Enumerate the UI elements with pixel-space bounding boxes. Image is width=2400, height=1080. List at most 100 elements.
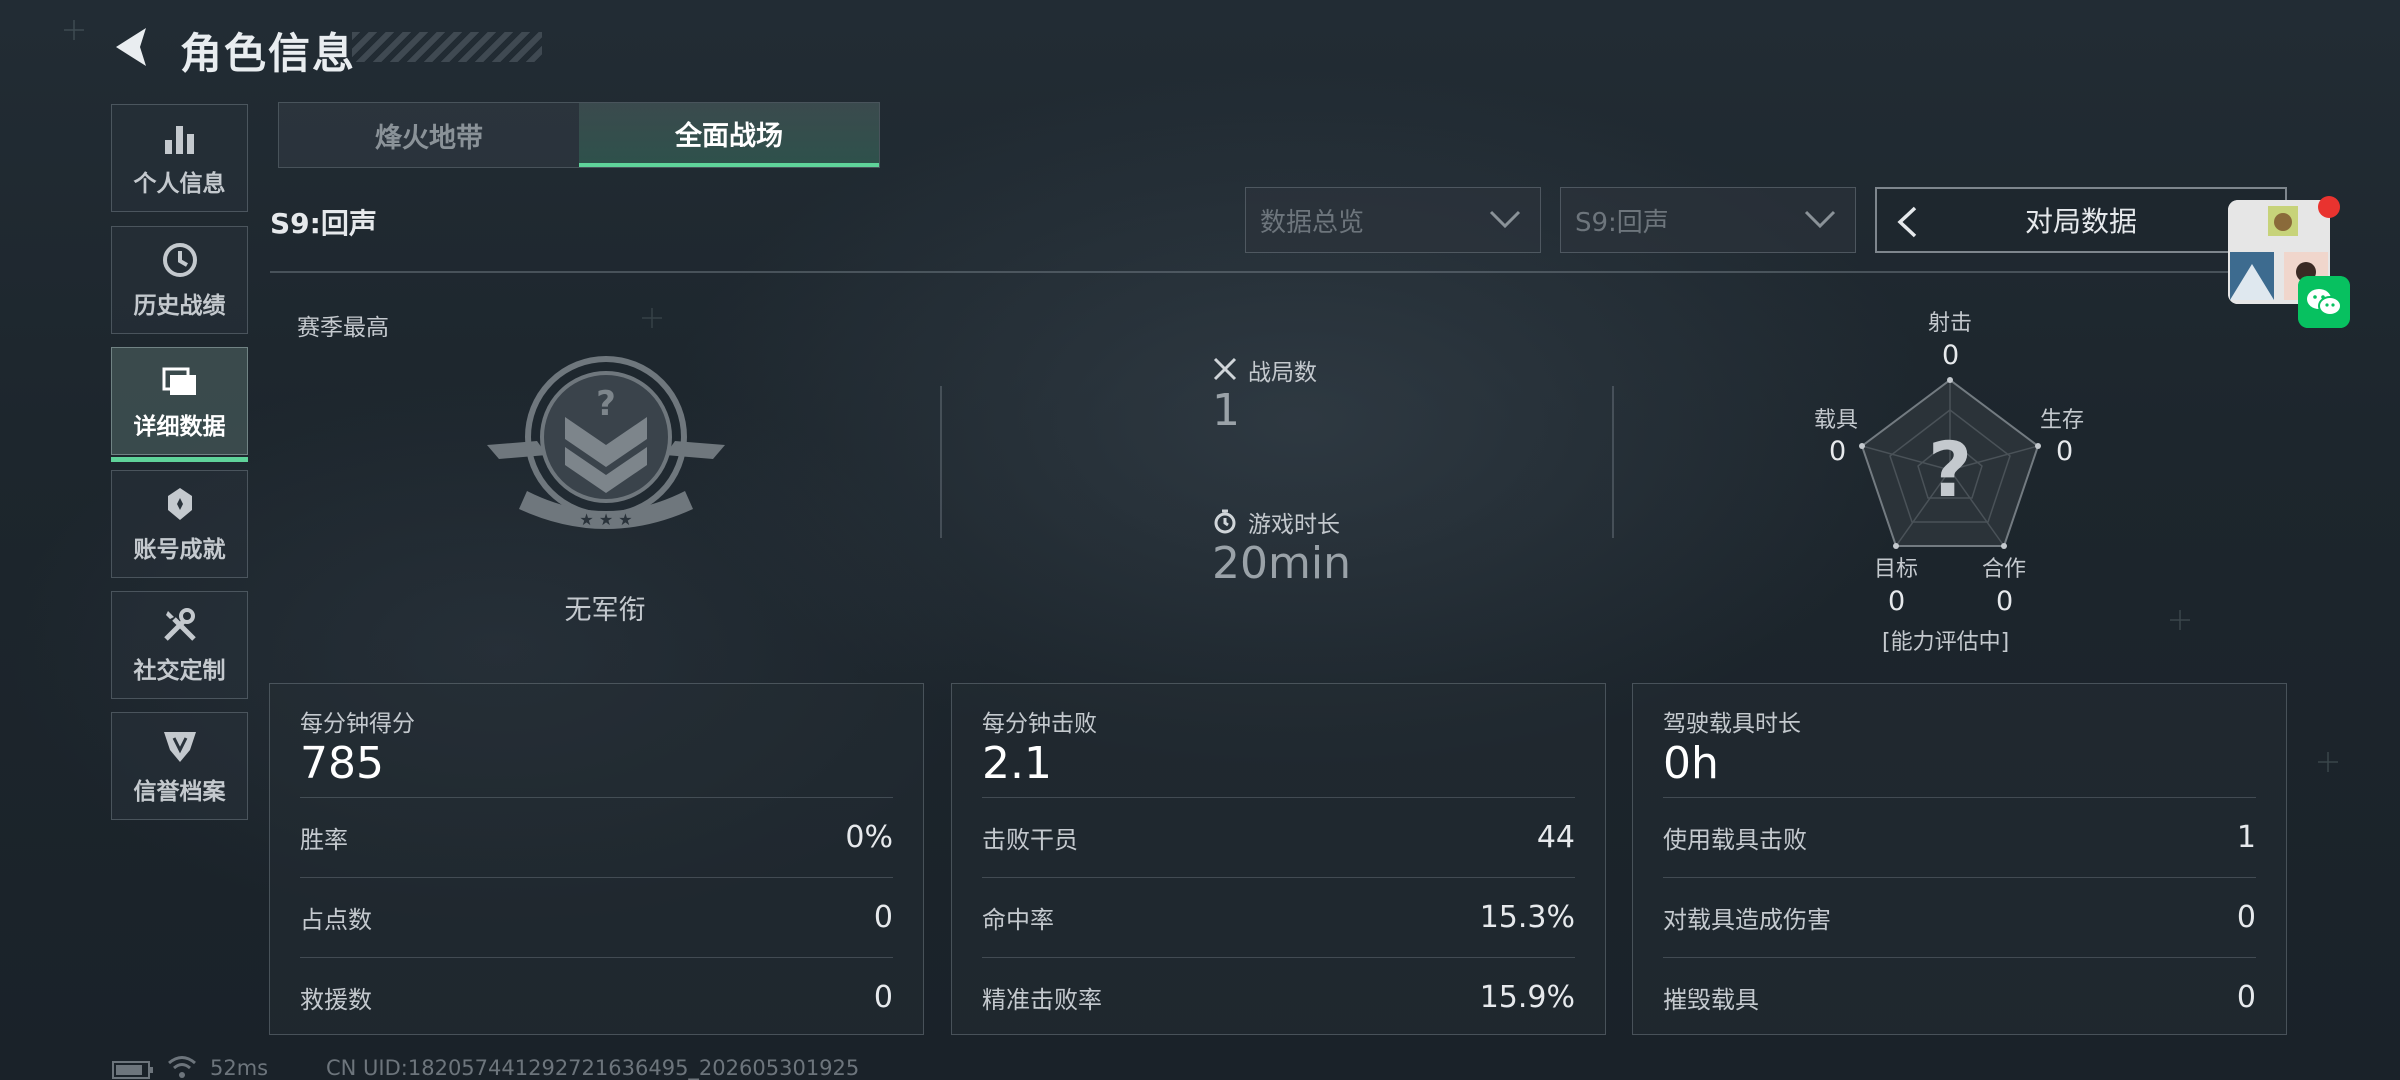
stat-row: 摧毁载具 0 [1663,957,2256,1037]
radar-label-shooting: 射击 [1928,311,1973,336]
stat-label: 精准击败率 [982,986,1102,1014]
sidebar-item-social[interactable]: 社交定制 [111,591,248,699]
wifi-icon [168,1056,196,1078]
playtime-value: 20min [1212,538,1351,589]
divider [1612,386,1614,538]
bar-chart-icon [164,126,194,154]
playtime-label: 游戏时长 [1248,512,1340,538]
crosshair-decoration [2318,752,2338,772]
stat-row: 精准击败率 15.9% [982,957,1575,1037]
data-type-dropdown[interactable]: 数据总览 [1245,187,1541,253]
sidebar-item-reputation[interactable]: 信誉档案 [111,712,248,820]
sidebar-item-personal-info[interactable]: 个人信息 [111,104,248,212]
wechat-icon[interactable] [2298,276,2350,328]
active-indicator [111,457,248,462]
stat-label: 摧毁载具 [1663,986,1759,1014]
match-data-label: 对局数据 [2024,205,2137,238]
ping-text: 52ms [210,1056,269,1080]
tab-warzone[interactable]: 烽火地带 [279,103,579,167]
matches-value: 1 [1212,385,1240,436]
panel-value: 0h [1663,738,1719,789]
sidebar-item-history[interactable]: 历史战绩 [111,226,248,334]
sidebar-item-label: 个人信息 [133,171,226,197]
panel-title: 每分钟击败 [982,711,1097,737]
uid-text: CN UID:1820574412927216364​95_2026053019… [326,1056,860,1080]
divider [940,386,942,538]
stat-value: 1 [2236,820,2256,855]
title-decoration [352,32,542,62]
panel-value: 785 [300,738,384,789]
stat-row: 占点数 0 [300,877,893,957]
radar-label-vehicle: 载具 [1814,408,1859,433]
stat-value: 44 [1536,820,1575,855]
sidebar-item-label: 详细数据 [133,414,226,440]
radar-label-objective: 目标 [1874,557,1919,582]
sidebar-item-label: 信誉档案 [133,779,226,805]
stat-value: 0 [873,900,893,935]
back-arrow-icon[interactable] [110,24,154,70]
stat-label: 占点数 [300,906,372,934]
stat-row: 胜率 0% [300,797,893,877]
panel-value: 2.1 [982,738,1052,789]
stat-value: 0 [2236,900,2256,935]
svg-text:★ ★ ★: ★ ★ ★ [579,510,632,529]
stat-row: 对载具造成伤害 0 [1663,877,2256,957]
crosshair-decoration [2170,610,2190,630]
stat-row: 命中率 15.3% [982,877,1575,957]
radar-value-vehicle: 0 [1829,436,1847,467]
radar-status: [能力评估中] [1882,630,2010,655]
radar-label-cooperation: 合作 [1982,557,2027,582]
radar-value-shooting: 0 [1942,340,1960,371]
sidebar-item-detailed-data[interactable]: 详细数据 [111,347,248,462]
radar-label-survival: 生存 [2040,408,2085,433]
panel-title: 驾驶载具时长 [1663,711,1801,737]
battery-icon [112,1061,153,1079]
rank-emblem-icon: ? ★ ★ ★ [487,356,725,529]
sidebar-item-label: 历史战绩 [133,293,226,319]
stats-panel-kills: 每分钟击败 2.1 击败干员 44 命中率 15.3% 精准击败率 15.9% [951,683,1606,1035]
match-data-button[interactable]: 对局数据 [1875,187,2287,253]
stat-row: 击败干员 44 [982,797,1575,877]
radar-value-objective: 0 [1888,586,1906,617]
chevron-left-icon [1897,206,1917,238]
radar-value-survival: 0 [2056,436,2074,467]
sidebar-item-label: 账号成就 [133,537,226,563]
season-dropdown[interactable]: S9:回声 [1560,187,1856,253]
season-label: S9:回声 [270,207,377,240]
chevron-down-icon [1804,210,1836,229]
tab-full-battlefield[interactable]: 全面战场 [579,103,879,167]
radar-value-cooperation: 0 [1996,586,2014,617]
stat-label: 命中率 [982,906,1054,934]
crosshair-decoration [64,20,84,40]
stat-value: 0 [2236,980,2256,1015]
stat-label: 救援数 [300,986,372,1014]
stats-panel-vehicle: 驾驶载具时长 0h 使用载具击败 1 对载具造成伤害 0 摧毁载具 0 [1632,683,2287,1035]
panel-title: 每分钟得分 [300,711,415,737]
divider [270,271,2286,273]
matches-label: 战局数 [1248,360,1317,386]
stat-value: 15.3% [1479,900,1575,935]
radar-center-symbol: ? [1928,425,1972,514]
stat-label: 对载具造成伤害 [1663,906,1831,934]
stat-value: 0% [845,820,893,855]
sidebar-item-achievements[interactable]: 账号成就 [111,470,248,578]
stats-panel-score: 每分钟得分 785 胜率 0% 占点数 0 救援数 0 [269,683,924,1035]
crossed-swords-icon [1213,357,1237,381]
svg-text:?: ? [596,384,616,424]
cards-icon [162,367,196,395]
mode-tabs: 烽火地带 全面战场 [278,102,880,168]
stopwatch-icon [1214,509,1236,534]
stat-label: 胜率 [300,826,348,854]
season-best-label: 赛季最高 [297,315,389,341]
stat-value: 0 [873,980,893,1015]
dropdown-value: S9:回声 [1575,207,1669,238]
stat-row: 救援数 0 [300,957,893,1037]
notification-dot [2318,196,2340,218]
stat-row: 使用载具击败 1 [1663,797,2256,877]
stat-label: 击败干员 [982,826,1078,854]
chevron-down-icon [1489,210,1521,229]
rank-name: 无军衔 [564,595,646,626]
crosshair-decoration [642,308,662,328]
medal-icon [167,488,192,520]
dropdown-value: 数据总览 [1260,207,1365,238]
